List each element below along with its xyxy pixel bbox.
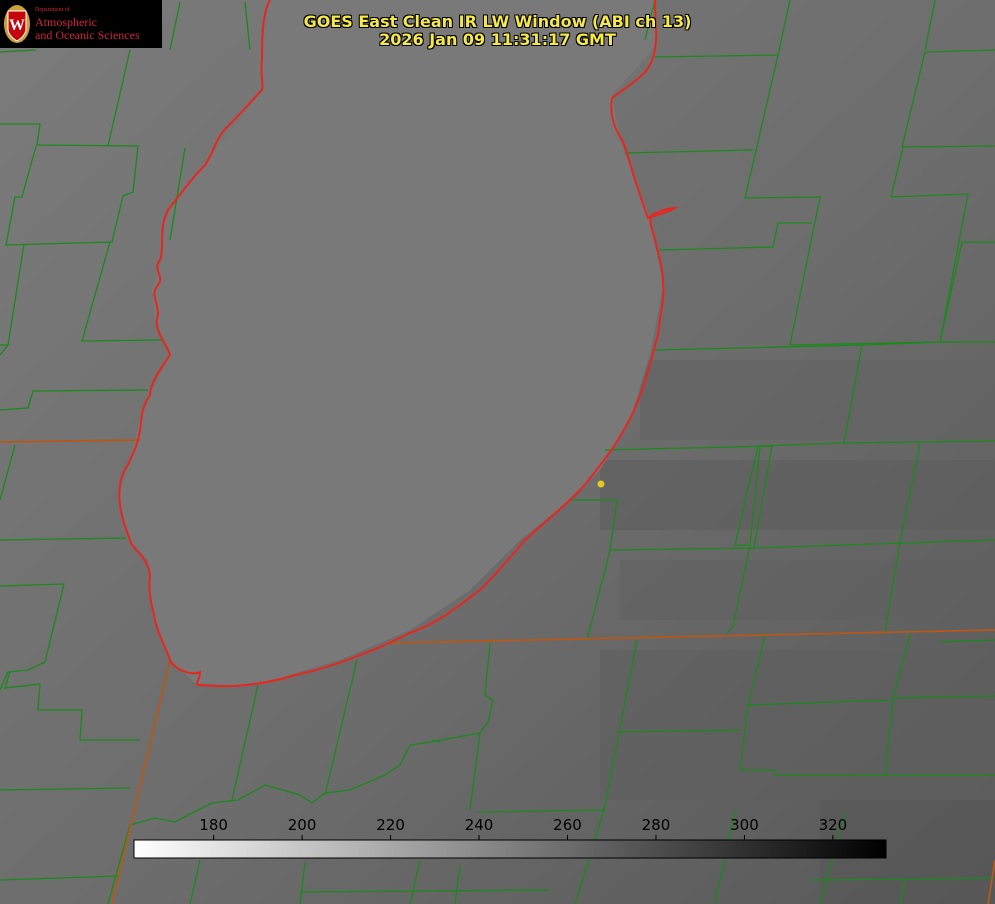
colorbar-tick-label: 280 — [642, 816, 671, 834]
aos-logo: W Department of Atmospheric and Oceanic … — [0, 0, 162, 48]
cloud-streak — [620, 560, 995, 620]
location-marker — [597, 480, 605, 488]
colorbar-tick-label: 240 — [465, 816, 494, 834]
colorbar-tick-label: 220 — [376, 816, 405, 834]
logo-name-line2: and Oceanic Sciences — [35, 28, 140, 42]
logo-department-label: Department of — [35, 7, 70, 13]
svg-text:W: W — [9, 17, 25, 34]
uw-shield-icon: W — [4, 5, 30, 43]
colorbar-tick-label: 180 — [199, 816, 228, 834]
satellite-image-view: 180 200 220 240 260 280 300 320 GOES East Clean… — [0, 0, 995, 904]
cloud-streak — [600, 650, 995, 800]
colorbar-tick-label: 200 — [288, 816, 317, 834]
ir-map: 180 200 220 240 260 280 300 320 — [0, 0, 995, 904]
colorbar-tick-label: 300 — [730, 816, 759, 834]
colorbar-gradient — [133, 839, 887, 859]
colorbar-tick-label: 260 — [553, 816, 582, 834]
cloud-streak — [640, 360, 995, 440]
cloud-streak — [600, 460, 995, 530]
colorbar-tick-label: 320 — [819, 816, 848, 834]
